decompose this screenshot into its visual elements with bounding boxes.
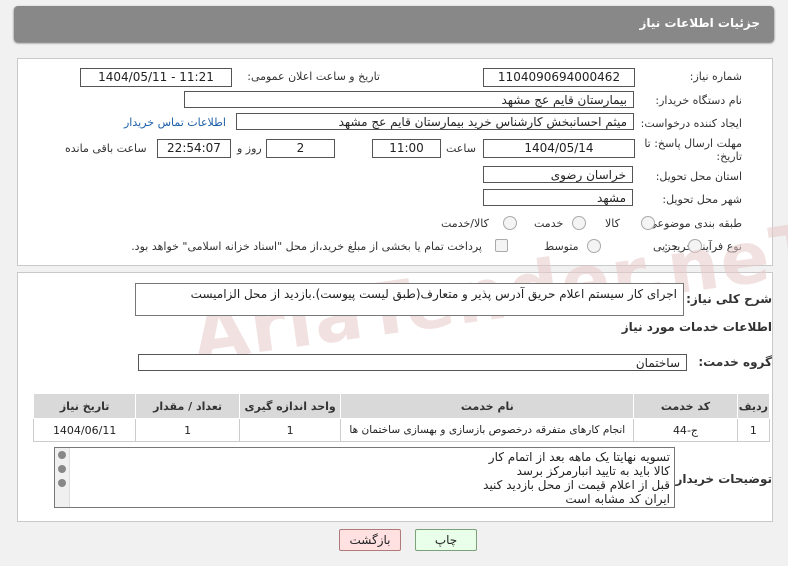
cell-need-date: 1404/06/11 xyxy=(32,418,137,442)
notes-line: کالا باید به تایید انبارمرکز برسد xyxy=(516,464,670,478)
cell-service-code: ج-44 xyxy=(633,418,738,442)
back-button[interactable]: بازگشت xyxy=(339,529,401,551)
deadline-label: مهلت ارسال پاسخ: تا تاریخ: xyxy=(642,137,742,163)
print-button[interactable]: چاپ xyxy=(415,529,477,551)
category-radio-goods[interactable] xyxy=(641,216,655,230)
notes-line: قبل از اعلام قیمت از محل بازدید کنید xyxy=(483,478,670,492)
table-row: 1 ج-44 انجام کارهای متفرقه درخصوص بازساز… xyxy=(32,418,771,442)
buyer-field[interactable]: بیمارستان قایم عج مشهد xyxy=(184,91,634,108)
contact-info-link[interactable]: اطلاعات تماس خریدار xyxy=(124,116,226,129)
services-title: اطلاعات خدمات مورد نیاز xyxy=(621,320,772,334)
cell-row-number: 1 xyxy=(736,418,771,442)
category-option-goods: کالا xyxy=(605,217,620,230)
cell-quantity: 1 xyxy=(135,418,240,442)
cell-service-name: انجام کارهای متفرقه درخصوص بازسازی و بهس… xyxy=(340,418,635,442)
scroll-dot-icon xyxy=(58,479,66,487)
notes-line: تسویه نهایتا یک ماهه بعد از اتمام کار xyxy=(488,450,670,464)
deadline-time-label: ساعت xyxy=(446,142,476,155)
buyer-label: نام دستگاه خریدار: xyxy=(655,94,742,107)
page-title: جزئیات اطلاعات نیاز xyxy=(639,16,760,30)
service-group-field[interactable]: ساختمان xyxy=(138,354,687,371)
col-header-service-code: کد خدمت xyxy=(633,393,738,419)
notes-scrollbar[interactable] xyxy=(55,448,70,507)
col-header-unit: واحد اندازه گیری xyxy=(238,393,342,419)
summary-textarea[interactable]: اجرای کار سیستم اعلام حریق آدرس پذیر و م… xyxy=(135,283,684,316)
category-option-goods-service: کالا/خدمت xyxy=(441,217,489,230)
city-label: شهر محل تحویل: xyxy=(662,193,742,206)
deadline-label-text: مهلت ارسال پاسخ: تا تاریخ: xyxy=(644,137,742,163)
scroll-dot-icon xyxy=(58,451,66,459)
need-number-field[interactable]: 1104090694000462 xyxy=(483,68,635,87)
summary-label: شرح کلی نیاز: xyxy=(686,292,772,306)
category-radio-service[interactable] xyxy=(572,216,586,230)
service-group-label: گروه خدمت: xyxy=(698,355,772,369)
summary-text: اجرای کار سیستم اعلام حریق آدرس پذیر و م… xyxy=(190,287,677,301)
category-radio-goods-service[interactable] xyxy=(503,216,517,230)
creator-field[interactable]: میثم احسانبخش کارشناس خرید بیمارستان قای… xyxy=(236,113,634,130)
cell-unit: 1 xyxy=(238,418,342,442)
city-field[interactable]: مشهد xyxy=(483,189,633,206)
col-header-quantity: تعداد / مقدار xyxy=(135,393,240,419)
deadline-date-field[interactable]: 1404/05/14 xyxy=(483,139,635,158)
scroll-dot-icon xyxy=(58,465,66,473)
province-field[interactable]: خراسان رضوی xyxy=(483,166,633,183)
need-number-label: شماره نیاز: xyxy=(689,70,742,83)
services-table: ردیف کد خدمت نام خدمت واحد اندازه گیری ت… xyxy=(32,393,771,442)
category-option-service: خدمت xyxy=(534,217,564,230)
notes-line: ایران کد مشابه است xyxy=(565,492,670,506)
col-header-service-name: نام خدمت xyxy=(340,393,635,419)
notes-label: توضیحات خریدار: xyxy=(670,472,772,486)
announce-label: تاریخ و ساعت اعلان عمومی: xyxy=(247,70,380,83)
notes-content: تسویه نهایتا یک ماهه بعد از اتمام کار کا… xyxy=(483,450,670,506)
remaining-time-field[interactable]: 22:54:07 xyxy=(157,139,231,158)
deadline-time-field[interactable]: 11:00 xyxy=(372,139,441,158)
page-header: جزئیات اطلاعات نیاز xyxy=(14,6,774,42)
creator-label: ایجاد کننده درخواست: xyxy=(640,117,742,130)
remaining-label: ساعت باقی مانده xyxy=(65,142,147,155)
col-header-need-date: تاریخ نیاز xyxy=(32,393,137,419)
province-label: استان محل تحویل: xyxy=(655,170,742,183)
col-header-row-number: ردیف xyxy=(736,393,771,419)
announce-field[interactable]: 1404/05/11 - 11:21 xyxy=(80,68,232,87)
days-label: روز و xyxy=(237,142,262,155)
payment-note: پرداخت تمام یا بخشی از مبلغ خرید،از محل … xyxy=(131,240,482,253)
table-header-row: ردیف کد خدمت نام خدمت واحد اندازه گیری ت… xyxy=(32,393,771,419)
notes-textarea[interactable]: تسویه نهایتا یک ماهه بعد از اتمام کار کا… xyxy=(54,447,675,508)
days-field[interactable]: 2 xyxy=(266,139,335,158)
